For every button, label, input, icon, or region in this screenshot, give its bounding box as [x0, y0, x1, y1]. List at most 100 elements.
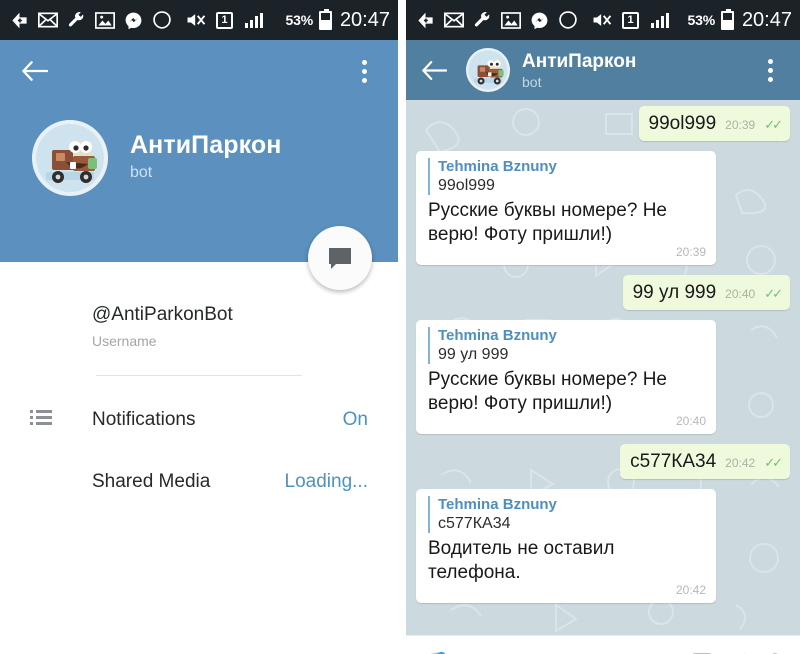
messenger-icon	[531, 12, 548, 29]
notification-count-badge: 1	[216, 11, 233, 29]
message-time: 20:42	[725, 455, 756, 470]
reply-quote[interactable]: Tehmina Bznuny 99 ул 999	[428, 326, 706, 364]
reply-snippet: 99ol999	[438, 177, 495, 194]
status-bar-notification-icons: 1	[10, 10, 278, 30]
reply-author: Tehmina Bznuny	[438, 326, 557, 344]
photo-icon	[95, 11, 115, 29]
message-bubble-in[interactable]: Tehmina Bznuny с577КА34 Водитель не оста…	[416, 488, 716, 603]
reply-snippet: 99 ул 999	[438, 345, 509, 363]
reply-quote[interactable]: Tehmina Bznuny 99ol999	[428, 158, 706, 195]
messenger-icon	[125, 12, 142, 29]
panel-separator	[398, 0, 406, 654]
message-row-outgoing[interactable]: с577КА34 20:42 ✓✓	[416, 443, 790, 479]
read-receipt-icon: ✓✓	[764, 117, 783, 132]
username-value: @AntiParkonBot	[92, 304, 233, 325]
battery-percent: 53%	[285, 12, 314, 28]
battery-percent: 53%	[687, 12, 716, 28]
message-row-incoming[interactable]: Tehmina Bznuny 99 ул 999 Русские буквы н…	[416, 319, 790, 434]
profile-header: АнтиПаркон bot	[0, 40, 398, 290]
clock-time: 20:47	[339, 8, 390, 31]
battery-icon	[720, 8, 734, 30]
notifications-value: On	[342, 409, 368, 430]
message-row-outgoing[interactable]: 99ol999 20:39 ✓✓	[416, 106, 790, 141]
status-bar-right-cluster-2: 53% 20:47	[687, 8, 792, 32]
app-icon	[153, 11, 171, 29]
avatar[interactable]	[32, 120, 108, 196]
signal-bars-icon	[245, 13, 263, 28]
message-time: 20:40	[725, 286, 756, 301]
clock-time: 20:47	[741, 8, 792, 31]
photo-icon	[501, 11, 521, 29]
chat-avatar[interactable]	[466, 48, 510, 92]
add-contact-icon	[418, 12, 433, 28]
profile-menu-button[interactable]	[344, 51, 384, 91]
read-receipt-icon: ✓✓	[764, 285, 783, 301]
message-bubble-out[interactable]: 99 ул 999 20:40 ✓✓	[622, 274, 790, 310]
chat-subtitle: bot	[522, 73, 542, 90]
message-row-outgoing[interactable]: 99 ул 999 20:40 ✓✓	[416, 274, 790, 310]
message-footer: 20:39	[428, 245, 706, 259]
notifications-row[interactable]: Notifications On	[0, 392, 398, 448]
profile-details: @AntiParkonBot Username Notifications On…	[0, 262, 398, 510]
profile-toolbar	[14, 40, 384, 102]
status-bar-left: 1 53% 20:47	[0, 0, 398, 40]
reply-snippet: с577КА34	[438, 514, 511, 532]
message-line: с577КА34 20:42 ✓✓	[630, 451, 783, 473]
email-icon	[38, 12, 58, 28]
bot-avatar	[466, 48, 510, 92]
message-bubble-out[interactable]: с577КА34 20:42 ✓✓	[620, 443, 790, 479]
message-row-incoming[interactable]: Tehmina Bznuny 99ol999 Русские буквы ном…	[416, 151, 790, 265]
message-bubble-in[interactable]: Tehmina Bznuny 99 ул 999 Русские буквы н…	[416, 319, 716, 434]
message-text: Русские буквы номере? Не верю! Фоту приш…	[428, 368, 667, 414]
message-bubble-out[interactable]: 99ol999 20:39 ✓✓	[638, 106, 790, 141]
shared-media-row[interactable]: Shared Media Loading...	[0, 454, 398, 510]
tools-icon	[68, 11, 84, 27]
chat-bubble-icon	[329, 247, 351, 269]
reply-author: Tehmina Bznuny	[438, 495, 557, 513]
reply-quote[interactable]: Tehmina Bznuny с577КА34	[428, 495, 706, 533]
status-bar-notification-icons-2: 1	[416, 10, 680, 30]
bot-profile-screen: 1 53% 20:47 АнтиПаркон bot @AntiParkonBo…	[0, 0, 398, 654]
read-receipt-icon: ✓✓	[764, 454, 783, 470]
message-time: 20:42	[675, 582, 706, 597]
notification-count-value: 1	[221, 13, 228, 26]
message-list[interactable]: 99ol999 20:39 ✓✓ Tehmina Bznuny 99ol999 …	[406, 100, 800, 635]
chat-toolbar: АнтиПаркон bot	[406, 40, 800, 100]
reply-author: Tehmina Bznuny	[438, 158, 557, 175]
dual-screenshot-composite: 1 53% 20:47 АнтиПаркон bot @AntiParkonBo…	[0, 0, 800, 654]
notifications-label: Notifications	[92, 409, 196, 430]
username-label: Username	[92, 333, 157, 349]
chat-menu-button[interactable]	[750, 50, 790, 90]
chat-screen: 1 53% 20:47 АнтиПаркон bot 99ol999 20:39…	[406, 0, 800, 654]
message-row-incoming[interactable]: Tehmina Bznuny с577КА34 Водитель не оста…	[416, 488, 790, 603]
mute-icon	[187, 14, 206, 26]
back-button[interactable]	[14, 51, 54, 91]
message-line: 99ol999 20:39 ✓✓	[649, 113, 783, 135]
back-arrow-icon	[21, 61, 48, 81]
more-options-icon	[767, 58, 773, 82]
email-icon	[444, 12, 464, 28]
back-arrow-icon	[422, 60, 447, 80]
message-bubble-in[interactable]: Tehmina Bznuny 99ol999 Русские буквы ном…	[416, 151, 716, 265]
profile-name-block: АнтиПаркон bot	[130, 131, 281, 186]
section-divider	[96, 375, 302, 376]
app-icon	[559, 11, 577, 29]
profile-identity: АнтиПаркон bot	[14, 102, 384, 196]
signal-bars-icon	[651, 13, 669, 28]
list-icon	[30, 409, 52, 431]
message-time: 20:39	[675, 244, 706, 259]
chat-back-button[interactable]	[414, 50, 454, 90]
sticker-icon	[419, 651, 446, 654]
status-bar-right: 1 53% 20:47	[406, 0, 800, 40]
send-message-fab[interactable]	[308, 226, 372, 290]
chat-title: АнтиПаркон	[522, 50, 637, 72]
notification-count-badge: 1	[622, 11, 639, 29]
username-row[interactable]: @AntiParkonBot Username	[0, 296, 398, 361]
status-bar-right-cluster: 53% 20:47	[285, 8, 390, 32]
mute-icon	[593, 14, 612, 26]
chat-title-block[interactable]: АнтиПаркон bot	[522, 51, 738, 90]
message-text: Русские буквы номере? Не верю! Фоту приш…	[428, 200, 667, 245]
sticker-button[interactable]	[418, 650, 448, 654]
message-text: Водитель не оставил телефона.	[428, 537, 615, 583]
bot-avatar	[32, 120, 108, 196]
